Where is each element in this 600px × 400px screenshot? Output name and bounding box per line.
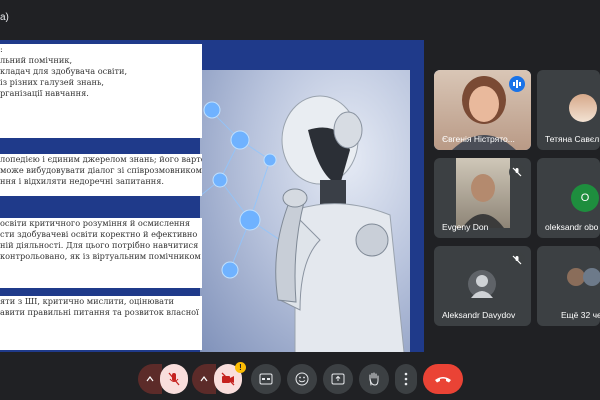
slide-line: із різних галузей знань,	[0, 77, 105, 87]
presentation-area[interactable]: : льний помічник, кладач для здобувача о…	[0, 40, 424, 352]
slide-line: кладач для здобувача освіти,	[0, 66, 128, 76]
mic-toggle-button[interactable]	[160, 364, 188, 394]
participant-name: Aleksandr Davydov	[442, 310, 516, 320]
warning-badge-icon: !	[235, 362, 246, 373]
chevron-up-icon	[200, 376, 208, 382]
mic-off-icon	[509, 252, 525, 268]
slide-text-block-2: лопедією і єдиним джерелом знань; його в…	[0, 154, 202, 196]
avatar	[468, 270, 496, 298]
slide-line: яти з ШІ, критично мислити, оцінювати	[0, 296, 174, 306]
video-feed	[456, 158, 510, 228]
audio-options-button[interactable]	[138, 364, 162, 394]
more-participants-label: Ещё 32 че	[561, 310, 600, 320]
slide-line: авити правильні питання та розвиток влас…	[0, 307, 199, 317]
participant-tile[interactable]: O oleksandr obo	[537, 158, 600, 238]
captions-button[interactable]	[251, 364, 281, 394]
participant-name: Євгенія Ністрято...	[442, 134, 515, 144]
mic-off-icon	[509, 164, 525, 180]
slide-line: :	[0, 44, 3, 54]
top-bar: а)	[0, 0, 600, 36]
emoji-icon	[295, 372, 309, 386]
video-options-button[interactable]	[192, 364, 216, 394]
emoji-button[interactable]	[287, 364, 317, 394]
participant-tile[interactable]: Євгенія Ністрято...	[434, 70, 531, 150]
robot-illustration	[194, 95, 405, 352]
participant-tile[interactable]: Evgeny Don	[434, 158, 531, 238]
slide-line: контрольовано, як із віртуальним помічни…	[0, 251, 201, 261]
slide-line: льний помічник,	[0, 55, 73, 65]
slide-image	[194, 70, 410, 352]
avatar: O	[571, 184, 599, 212]
avatar-initial: O	[580, 192, 590, 204]
person-video	[462, 174, 504, 228]
captions-icon	[259, 373, 273, 385]
chevron-up-icon	[146, 376, 154, 382]
slide-text-block-4: яти з ШІ, критично мислити, оцінювати ав…	[0, 296, 202, 350]
participant-name: Evgeny Don	[442, 222, 489, 232]
slide-line: лопедією і єдиним джерелом знань; його в…	[0, 154, 202, 164]
participant-name: Тетяна Савєл	[545, 134, 600, 144]
raise-hand-icon	[369, 372, 379, 386]
more-participants-tile[interactable]: Ещё 32 че	[537, 246, 600, 326]
slide-line: ній діяльності. Для цього потрібно навчи…	[0, 240, 199, 250]
slide-line: освіти критичного розуміння й осмислення	[0, 218, 190, 228]
more-options-button[interactable]	[395, 364, 417, 394]
mic-off-icon	[168, 372, 180, 386]
slide-line: сти здобувачеві освіти коректно й ефекти…	[0, 229, 198, 239]
slide-line: ння і відхиляти недоречні запитання.	[0, 176, 165, 186]
meeting-title: а)	[0, 12, 9, 23]
participant-name: oleksandr obo	[545, 222, 599, 232]
participant-tile[interactable]: Тетяна Савєл	[537, 70, 600, 150]
avatar	[583, 268, 600, 286]
more-vert-icon	[404, 372, 408, 386]
end-call-icon	[435, 377, 451, 383]
camera-off-icon	[221, 372, 235, 386]
participant-tile[interactable]: Aleksandr Davydov	[434, 246, 531, 326]
raise-hand-button[interactable]	[359, 364, 389, 394]
slide-text-block-1: : льний помічник, кладач для здобувача о…	[0, 44, 202, 138]
slide-line: може вибудовувати діалог зі співрозмовни…	[0, 165, 202, 175]
speaking-indicator-icon	[509, 76, 525, 92]
avatar	[569, 94, 597, 122]
slide-text-block-3: освіти критичного розуміння й осмислення…	[0, 218, 202, 288]
present-button[interactable]	[323, 364, 353, 394]
slide-line: рганізації навчання.	[0, 88, 89, 98]
end-call-button[interactable]	[423, 364, 463, 394]
present-icon	[331, 373, 345, 385]
call-controls: !	[0, 362, 600, 396]
